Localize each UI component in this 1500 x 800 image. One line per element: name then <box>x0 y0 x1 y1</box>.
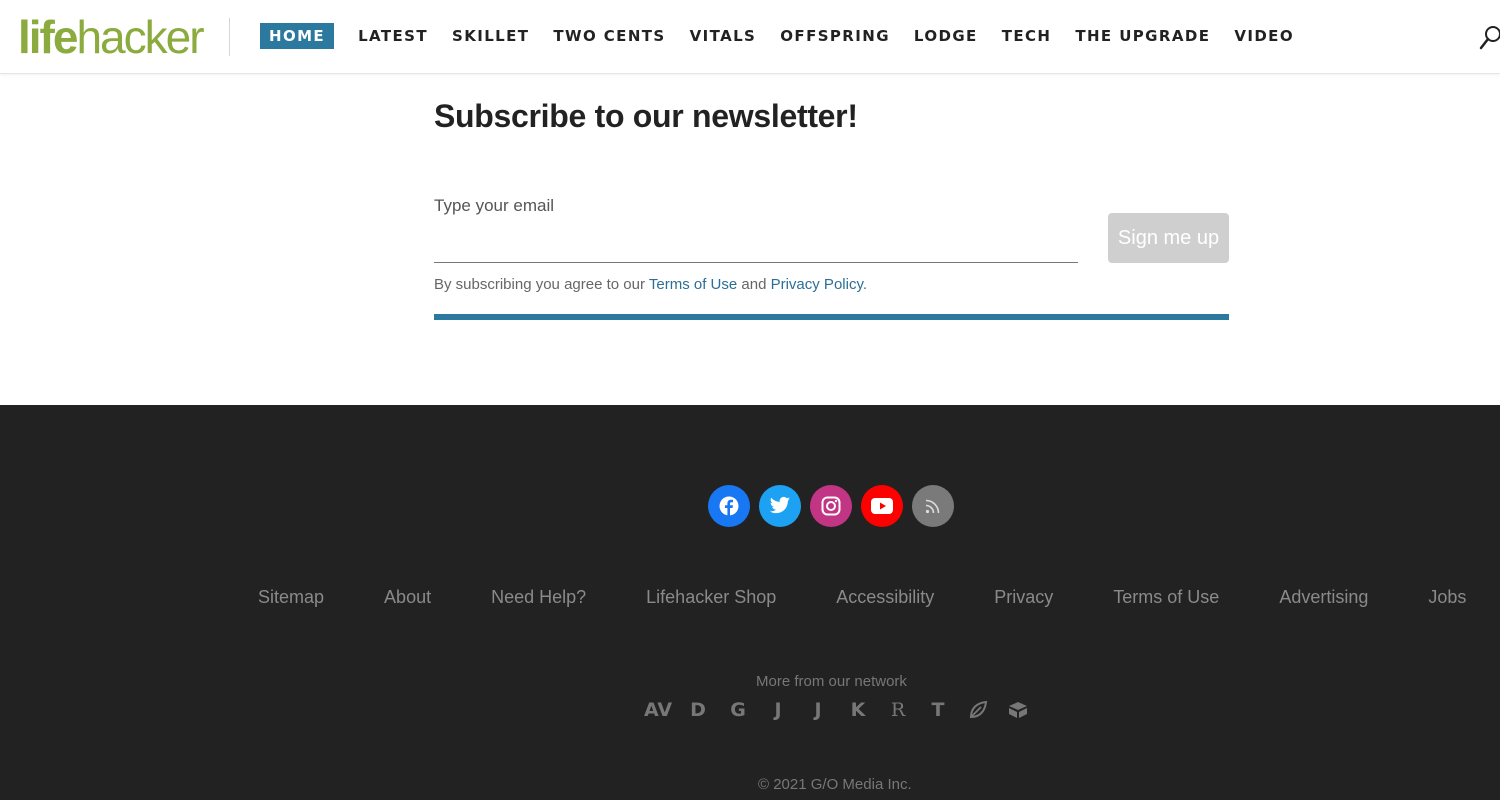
footer-links: Sitemap About Need Help? Lifehacker Shop… <box>258 587 1466 608</box>
search-button[interactable] <box>1478 22 1500 52</box>
footer-link-lifehacker-shop[interactable]: Lifehacker Shop <box>646 587 776 608</box>
subscription-agreement: By subscribing you agree to our Terms of… <box>434 276 867 293</box>
footer-link-terms-of-use[interactable]: Terms of Use <box>1113 587 1219 608</box>
nav-the-upgrade[interactable]: THE UPGRADE <box>1075 27 1210 45</box>
facebook-icon <box>719 496 739 516</box>
footer-link-privacy[interactable]: Privacy <box>994 587 1053 608</box>
search-icon <box>1479 26 1500 50</box>
newsletter-divider <box>434 314 1229 320</box>
twitter-icon <box>769 496 791 514</box>
gizmodo-logo-icon[interactable]: G <box>718 697 758 723</box>
main-nav: HOME LATEST SKILLET TWO CENTS VITALS OFF… <box>260 23 1318 49</box>
agree-suffix: . <box>862 276 868 293</box>
youtube-icon <box>871 498 893 514</box>
nav-latest[interactable]: LATEST <box>358 27 428 45</box>
instagram-button[interactable] <box>810 485 852 527</box>
network-label-text: More from our network <box>756 673 907 690</box>
leaf-icon <box>969 700 988 719</box>
social-links <box>708 485 963 527</box>
footer-link-need-help[interactable]: Need Help? <box>491 587 586 608</box>
site-footer: Sitemap About Need Help? Lifehacker Shop… <box>0 405 1500 800</box>
footer-link-accessibility[interactable]: Accessibility <box>836 587 934 608</box>
privacy-policy-link[interactable]: Privacy Policy <box>771 276 863 293</box>
nav-two-cents[interactable]: TWO CENTS <box>553 27 665 45</box>
nav-tech[interactable]: TECH <box>1002 27 1052 45</box>
lifehacker-logo[interactable]: lifehacker <box>18 11 205 63</box>
email-input[interactable] <box>434 222 1078 263</box>
logo-hacker-text: hacker <box>76 11 204 63</box>
agree-prefix: By subscribing you agree to our <box>434 276 649 293</box>
terms-of-use-link[interactable]: Terms of Use <box>649 276 737 293</box>
logo-divider <box>229 18 230 56</box>
nav-skillet[interactable]: SKILLET <box>452 27 529 45</box>
facebook-button[interactable] <box>708 485 750 527</box>
network-label: More from our network <box>0 673 1500 690</box>
youtube-button[interactable] <box>861 485 903 527</box>
copyright-text: © 2021 G/O Media Inc. <box>758 776 912 793</box>
logo-life-text: life <box>18 11 78 63</box>
footer-link-sitemap[interactable]: Sitemap <box>258 587 324 608</box>
nav-video[interactable]: VIDEO <box>1234 27 1294 45</box>
deadspin-logo-icon[interactable]: D <box>678 697 718 723</box>
newsletter-title: Subscribe to our newsletter! <box>434 98 858 134</box>
the-inventory-box-icon[interactable] <box>998 697 1038 723</box>
the-earther-leaf-icon[interactable] <box>958 697 998 723</box>
nav-offspring[interactable]: OFFSPRING <box>780 27 890 45</box>
nav-home[interactable]: HOME <box>260 23 335 49</box>
jezebel-logo-icon[interactable]: J <box>798 697 838 723</box>
nav-lodge[interactable]: LODGE <box>914 27 978 45</box>
the-root-logo-icon[interactable]: R <box>878 697 918 723</box>
jalopnik-logo-icon[interactable]: J <box>758 697 798 723</box>
footer-link-advertising[interactable]: Advertising <box>1279 587 1368 608</box>
instagram-icon <box>821 496 841 516</box>
twitter-button[interactable] <box>759 485 801 527</box>
footer-link-about[interactable]: About <box>384 587 431 608</box>
av-club-logo-icon[interactable]: AV <box>638 697 678 723</box>
footer-link-jobs[interactable]: Jobs <box>1428 587 1466 608</box>
email-label: Type your email <box>434 196 554 215</box>
kotaku-logo-icon[interactable]: K <box>838 697 878 723</box>
network-sites: AV D G J J K R T <box>638 697 1038 723</box>
rss-icon <box>925 499 940 514</box>
site-header: lifehacker HOME LATEST SKILLET TWO CENTS… <box>0 0 1500 74</box>
nav-vitals[interactable]: VITALS <box>690 27 757 45</box>
agree-and: and <box>737 276 771 293</box>
rss-button[interactable] <box>912 485 954 527</box>
the-takeout-logo-icon[interactable]: T <box>918 697 958 723</box>
sign-me-up-button[interactable]: Sign me up <box>1108 213 1229 263</box>
box-icon <box>1009 702 1027 718</box>
